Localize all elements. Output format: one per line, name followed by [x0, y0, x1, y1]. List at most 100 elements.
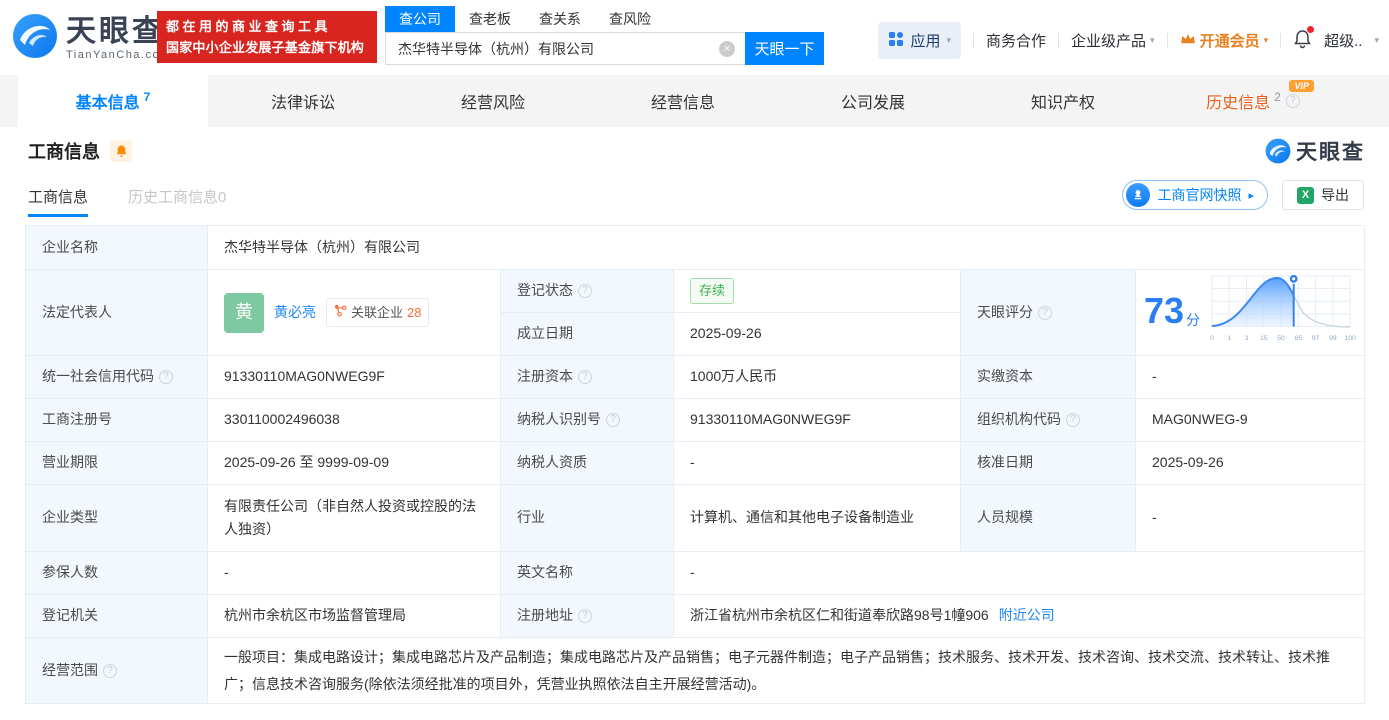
legal-rep-avatar[interactable]: 黄 [224, 292, 264, 333]
tab-operation-risk[interactable]: 经营风险 [398, 75, 588, 127]
notification-bell-icon[interactable] [1293, 25, 1315, 53]
excel-icon: X [1297, 186, 1314, 204]
paid-capital-label: 实缴资本 [961, 356, 1136, 399]
help-icon[interactable]: ? [606, 413, 620, 427]
nav-business-cooperation[interactable]: 商务合作 [986, 30, 1046, 51]
help-icon[interactable]: ? [1038, 305, 1052, 320]
tab-operation-info[interactable]: 经营信息 [588, 75, 778, 127]
user-menu[interactable]: 超级.. [1324, 30, 1362, 51]
score-distribution-chart[interactable]: 0 1 3 15 50 85 97 99 100 [1208, 270, 1356, 355]
related-companies-label: 关联企业 [351, 304, 404, 320]
registered-address-value: 浙江省杭州市余杭区仁和街道奉欣路98号1幢906 附近公司 [674, 595, 1365, 638]
company-type-value: 有限责任公司（非自然人投资或控股的法人独资） [208, 485, 501, 552]
nearby-companies-link[interactable]: 附近公司 [999, 604, 1055, 627]
company-name-label: 企业名称 [26, 226, 208, 270]
clear-icon[interactable]: × [719, 41, 735, 57]
nav-divider [973, 33, 975, 48]
registration-authority-value: 杭州市余杭区市场监督管理局 [208, 595, 501, 638]
tab-label: 法律诉讼 [270, 95, 335, 112]
subscribe-bell-icon[interactable] [110, 140, 132, 162]
tab-legal-litigation[interactable]: 法律诉讼 [208, 75, 398, 127]
tab-label: 基本信息 [75, 95, 140, 112]
tab-basic-info[interactable]: 基本信息 7 [18, 75, 208, 127]
staff-size-value: - [1136, 485, 1365, 552]
nav-enterprise-product[interactable]: 企业级产品 ▾ [1071, 30, 1155, 51]
tab-intellectual-property[interactable]: 知识产权 [968, 75, 1158, 127]
reg-number-value: 330110002496038 [208, 399, 501, 442]
help-icon[interactable]: ? [159, 370, 173, 384]
slogan-line2: 国家中小企业发展子基金旗下机构 [166, 40, 365, 55]
search-tab-risk[interactable]: 查风险 [595, 6, 665, 32]
legal-rep-name-link[interactable]: 黄必亮 [274, 301, 316, 324]
established-date-label: 成立日期 [501, 313, 674, 356]
legal-rep-label: 法定代表人 [26, 270, 208, 356]
watermark-logo: 天眼查 [1265, 136, 1365, 166]
apps-label: 应用 [910, 33, 941, 50]
score-value: 73 分 0 1 3 15 50 85 97 99 100 [1136, 270, 1365, 356]
help-icon[interactable]: ? [103, 663, 117, 678]
section-title: 工商信息 [28, 142, 100, 162]
export-label: 导出 [1321, 187, 1349, 203]
english-name-label: 英文名称 [501, 552, 674, 595]
svg-text:50: 50 [1277, 335, 1285, 342]
export-button[interactable]: X 导出 [1282, 180, 1364, 210]
tab-label: 知识产权 [1030, 95, 1095, 112]
related-companies-badge[interactable]: 关联企业 28 [326, 297, 430, 328]
insured-count-value: - [208, 552, 501, 595]
enterprise-label: 企业级产品 [1071, 33, 1147, 50]
brand-name: 天眼查 [66, 14, 165, 48]
open-vip-button[interactable]: 开通会员 ▾ [1180, 30, 1268, 51]
subtab-history-business-info[interactable]: 历史工商信息0 [128, 186, 226, 217]
tianyancha-logo[interactable]: 天眼查 TianYanCha.com [12, 13, 171, 64]
registration-authority-label: 登记机关 [26, 595, 208, 638]
search-tab-boss[interactable]: 查老板 [455, 6, 525, 32]
related-companies-count: 28 [407, 304, 422, 320]
subtab-business-info[interactable]: 工商信息 [28, 186, 89, 217]
tab-company-development[interactable]: 公司发展 [778, 75, 968, 127]
tab-label: 公司发展 [840, 95, 905, 112]
chevron-down-icon: ▾ [1374, 35, 1379, 45]
svg-text:97: 97 [1312, 335, 1320, 342]
help-icon[interactable]: ? [1285, 94, 1300, 108]
notification-dot [1307, 25, 1315, 33]
svg-text:3: 3 [1245, 335, 1249, 342]
industry-label: 行业 [501, 485, 674, 552]
top-nav: 应用 ▾ 商务合作 企业级产品 ▾ 开通会员 ▾ 超级.. ▾ [878, 22, 1379, 59]
search-tab-company[interactable]: 查公司 [385, 5, 455, 32]
help-icon[interactable]: ? [578, 609, 592, 623]
top-header: 天眼查 TianYanCha.com 都在用的商业查询工具 国家中小企业发展子基… [0, 0, 1389, 75]
tab-history-info[interactable]: VIP 历史信息 2 ? [1158, 75, 1348, 127]
help-icon[interactable]: ? [578, 370, 592, 384]
score-number: 73 [1144, 289, 1185, 331]
brand-domain: TianYanCha.com [66, 48, 171, 61]
vip-badge: VIP [1289, 80, 1314, 92]
reg-status-label: 登记状态? [501, 270, 674, 313]
svg-text:100: 100 [1345, 335, 1357, 342]
tab-label: 经营风险 [460, 95, 525, 112]
registered-address-label: 注册地址? [501, 595, 674, 638]
staff-size-label: 人员规模 [961, 485, 1136, 552]
apps-menu[interactable]: 应用 ▾ [878, 22, 962, 59]
stamp-icon [1126, 183, 1151, 207]
svg-text:0: 0 [1210, 335, 1214, 342]
user-name: 超级.. [1324, 33, 1363, 50]
arrow-right-icon: ▸ [1248, 189, 1254, 202]
official-snapshot-button[interactable]: 工商官网快照 ▸ [1122, 180, 1268, 210]
search-input[interactable] [385, 32, 745, 65]
help-icon[interactable]: ? [1066, 413, 1080, 427]
company-tab-bar: 基本信息 7 法律诉讼 经营风险 经营信息 公司发展 知识产权 VIP 历史信息… [0, 75, 1389, 127]
chevron-down-icon: ▾ [946, 35, 952, 45]
nav-divider [1280, 33, 1282, 48]
approval-date-value: 2025-09-26 [1136, 442, 1365, 485]
reg-capital-label: 注册资本? [501, 356, 674, 399]
help-icon[interactable]: ? [578, 284, 592, 298]
business-scope-label: 经营范围? [26, 638, 208, 704]
search-button[interactable]: 天眼一下 [745, 32, 824, 65]
taxpayer-qualification-value: - [674, 442, 961, 485]
industry-value: 计算机、通信和其他电子设备制造业 [674, 485, 961, 552]
search-tab-relation[interactable]: 查关系 [525, 6, 595, 32]
reg-capital-value: 1000万人民币 [674, 356, 961, 399]
company-type-label: 企业类型 [26, 485, 208, 552]
svg-text:15: 15 [1260, 335, 1268, 342]
taxpayer-id-value: 91330110MAG0NWEG9F [674, 399, 961, 442]
